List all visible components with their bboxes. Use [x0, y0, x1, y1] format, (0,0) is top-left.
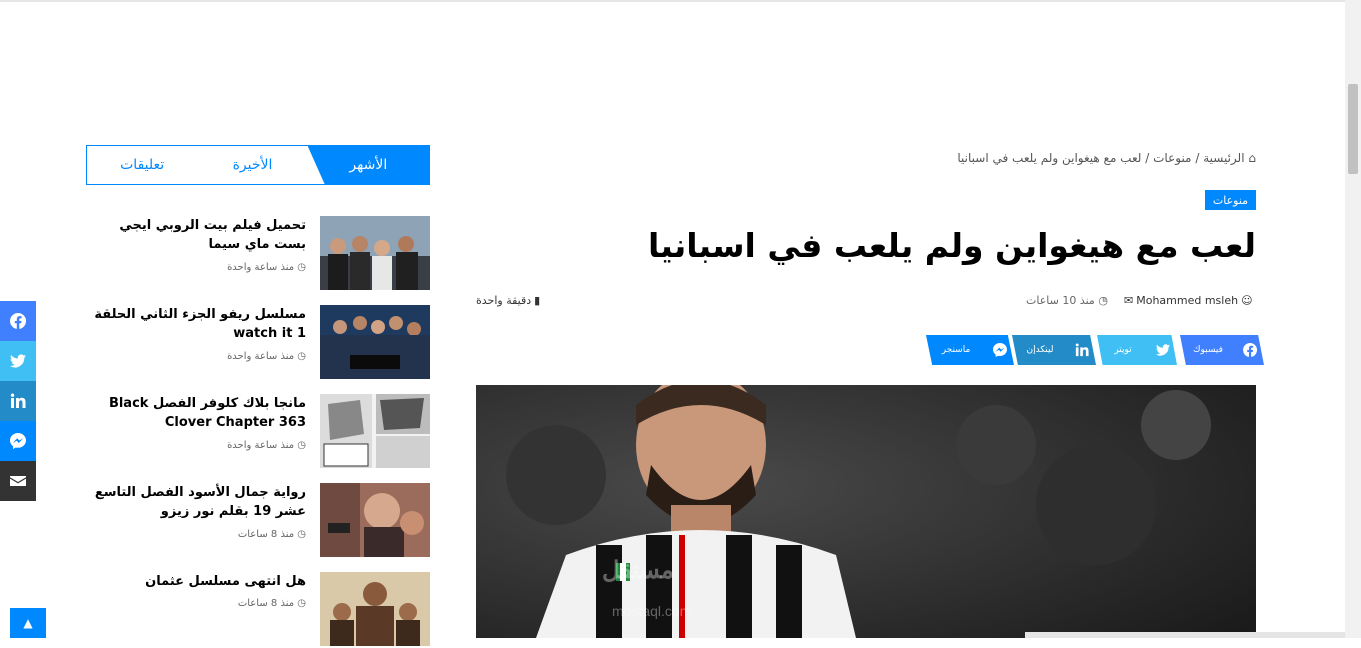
post-thumbnail[interactable]	[320, 394, 430, 468]
clock-icon: ◷	[1098, 294, 1108, 307]
footer-divider	[1025, 632, 1345, 638]
post-title[interactable]: مانجا بلاك كلوفر الفصل Black Clover Chap…	[84, 394, 306, 432]
envelope-icon	[10, 476, 26, 486]
linkedin-icon	[1068, 343, 1096, 357]
clock-icon: ◷	[297, 440, 306, 451]
post-date-text: منذ ساعة واحدة	[227, 351, 295, 362]
clock-icon: ◷	[297, 262, 306, 273]
share-twitter-button[interactable]	[0, 341, 36, 381]
post-title[interactable]: هل انتهى مسلسل عثمان	[84, 572, 306, 591]
post-date-text: منذ ساعة واحدة	[227, 262, 295, 273]
read-time: دقيقة واحدة ▮	[476, 294, 540, 307]
watermark-logo: مستقل	[602, 557, 674, 584]
top-divider	[0, 0, 1345, 2]
breadcrumb-current: لعب مع هيغواين ولم يلعب في اسبانيا	[957, 151, 1142, 165]
share-email-button[interactable]	[0, 461, 36, 501]
post-date: ◷ منذ 8 ساعات	[238, 529, 306, 540]
share-label: لينكدإن	[1026, 345, 1054, 355]
post-title[interactable]: رواية جمال الأسود الفصل التاسع عشر 19 بق…	[84, 483, 306, 521]
floating-share-bar	[0, 301, 36, 501]
post-date: ◷ منذ ساعة واحدة	[227, 440, 306, 451]
author-name[interactable]: Mohammed msleh	[1136, 294, 1238, 307]
post-thumbnail[interactable]	[320, 216, 430, 290]
back-to-top-button[interactable]: ▲	[10, 608, 46, 638]
sidebar-post[interactable]: تحميل فيلم بيت الروبي ايجي بست ماي سيما …	[86, 216, 430, 292]
messenger-icon	[10, 433, 26, 449]
breadcrumb-home[interactable]: الرئيسية	[1203, 151, 1244, 165]
post-date-text: منذ ساعة واحدة	[227, 440, 295, 451]
tab-popular[interactable]: الأشهر	[307, 146, 429, 184]
post-date-text: منذ 8 ساعات	[237, 598, 295, 609]
publish-time-text: منذ 10 ساعات	[1026, 294, 1095, 307]
sidebar-post[interactable]: مسلسل ريفو الجزء الثاني الحلقة 1 watch i…	[86, 305, 430, 381]
home-icon: ⌂	[1248, 151, 1256, 165]
share-linkedin-button[interactable]	[0, 381, 36, 421]
article-title: لعب مع هيغواين ولم يلعب في اسبانيا	[647, 226, 1256, 265]
sidebar-post[interactable]: مانجا بلاك كلوفر الفصل Black Clover Chap…	[86, 394, 430, 470]
share-label: ماسنجر	[941, 345, 971, 355]
linkedin-icon	[10, 393, 26, 408]
breadcrumb-separator: /	[1145, 151, 1150, 165]
bookmark-icon: ▮	[534, 294, 541, 307]
breadcrumb-separator: /	[1195, 151, 1200, 165]
post-date: ◷ منذ ساعة واحدة	[227, 262, 306, 273]
breadcrumb: ⌂ الرئيسية / منوعات / لعب مع هيغواين ولم…	[916, 149, 1256, 168]
share-linkedin-button[interactable]: لينكدإن	[1012, 335, 1096, 365]
share-facebook-button[interactable]: فيسبوك	[1180, 335, 1264, 365]
share-facebook-button[interactable]	[0, 301, 36, 341]
read-time-text: دقيقة واحدة	[476, 294, 532, 307]
twitter-icon	[10, 354, 26, 368]
category-badge[interactable]: منوعات	[1205, 190, 1256, 210]
watermark-url: mostaql.com	[612, 603, 692, 619]
sidebar-tabs: الأشهر الأخيرة تعليقات	[86, 145, 430, 185]
scrollbar-thumb[interactable]	[1348, 84, 1358, 174]
share-label: فيسبوك	[1193, 345, 1223, 355]
sidebar-post[interactable]: هل انتهى مسلسل عثمان ◷ منذ 8 ساعات	[86, 572, 430, 648]
facebook-icon	[1236, 343, 1264, 357]
post-title[interactable]: تحميل فيلم بيت الروبي ايجي بست ماي سيما	[84, 216, 306, 254]
share-label: تويتر	[1114, 345, 1132, 355]
article-featured-image	[476, 385, 1256, 638]
user-icon: ☺	[1241, 294, 1253, 307]
clock-icon: ◷	[297, 598, 306, 609]
clock-icon: ◷	[297, 529, 306, 540]
post-date: ◷ منذ 8 ساعات	[238, 598, 306, 609]
twitter-icon	[1149, 343, 1177, 357]
post-title[interactable]: مسلسل ريفو الجزء الثاني الحلقة 1 watch i…	[84, 305, 306, 343]
share-messenger-button[interactable]	[0, 421, 36, 461]
page-scrollbar[interactable]	[1345, 0, 1361, 638]
share-messenger-button[interactable]: ماسنجر	[926, 335, 1014, 365]
post-date-text: منذ 8 ساعات	[237, 529, 295, 540]
author-meta: ✉ Mohammed msleh ☺	[1124, 294, 1253, 307]
post-thumbnail[interactable]	[320, 572, 430, 646]
breadcrumb-category[interactable]: منوعات	[1153, 151, 1191, 165]
chevron-up-icon: ▲	[23, 616, 33, 630]
clock-icon: ◷	[297, 351, 306, 362]
tab-latest[interactable]: الأخيرة	[197, 146, 307, 184]
post-thumbnail[interactable]	[320, 305, 430, 379]
post-thumbnail[interactable]	[320, 483, 430, 557]
post-date: ◷ منذ ساعة واحدة	[227, 351, 306, 362]
messenger-icon	[986, 343, 1014, 357]
share-twitter-button[interactable]: تويتر	[1097, 335, 1177, 365]
envelope-icon[interactable]: ✉	[1124, 294, 1133, 307]
sidebar-post[interactable]: رواية جمال الأسود الفصل التاسع عشر 19 بق…	[86, 483, 430, 559]
publish-time: منذ 10 ساعات ◷	[1026, 294, 1108, 307]
facebook-icon	[10, 313, 26, 329]
tab-comments[interactable]: تعليقات	[87, 146, 197, 184]
